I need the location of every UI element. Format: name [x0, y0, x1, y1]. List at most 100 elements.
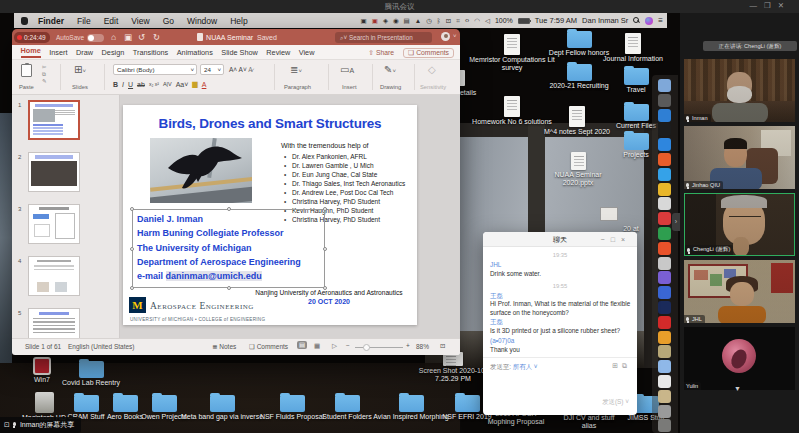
dock-icon-19[interactable]	[658, 360, 671, 373]
status-comments-button[interactable]: ❏ Comments	[249, 343, 288, 351]
slide-canvas[interactable]: Birds, Drones and Smart Structures With …	[123, 105, 417, 325]
menu-view[interactable]: View	[131, 16, 149, 26]
desktop-icon-dji[interactable]: DJI CV and stuff alias	[556, 414, 622, 429]
wifi-icon[interactable]: ◠	[474, 17, 480, 25]
status-icon-4[interactable]: ▤	[404, 17, 410, 25]
apple-icon[interactable]	[21, 17, 28, 25]
send-button[interactable]: 发送(S) ˅	[602, 398, 629, 407]
autosave-toggle[interactable]	[87, 34, 104, 42]
send-to-selector[interactable]: 发送至: 所有人 ˅	[490, 363, 537, 372]
zoom-percent[interactable]: 88%	[416, 343, 429, 350]
thumbnail-3[interactable]	[28, 204, 80, 244]
zoom-out-icon[interactable]: −	[346, 342, 350, 349]
menu-edit[interactable]: Edit	[104, 16, 119, 26]
more-participants-icon[interactable]: ▼	[734, 385, 741, 392]
dock-icon-10[interactable]	[658, 227, 671, 240]
tab-view[interactable]: View	[299, 48, 315, 57]
dock-icon-1[interactable]	[658, 94, 671, 107]
status-icon-1[interactable]: ▣	[361, 17, 367, 25]
notification-center-icon[interactable]: ≡	[658, 16, 663, 25]
participant-video-jhl[interactable]: JHL	[684, 260, 795, 323]
zoom-knob[interactable]	[363, 344, 370, 351]
share-button[interactable]: ⇧Share	[368, 49, 394, 57]
desktop-icon-screenshot2[interactable]	[600, 207, 618, 221]
menu-help[interactable]: Help	[230, 16, 247, 26]
comments-button[interactable]: ❏Comments	[403, 48, 454, 58]
menu-app-name[interactable]: Finder	[38, 16, 64, 26]
dock-icon-6[interactable]	[658, 168, 671, 181]
save-icon[interactable]: ▣	[124, 32, 132, 42]
parallels-icon[interactable]: ▲	[415, 17, 421, 24]
shield-icon[interactable]: ◈	[383, 17, 388, 25]
font-name-select[interactable]: Calibri (Body)˅	[113, 64, 197, 75]
account-avatar[interactable]	[441, 32, 450, 41]
font-size-icons[interactable]: A˄ A˅ A̷	[229, 66, 253, 73]
tab-home[interactable]: Home	[21, 46, 41, 58]
dock-icon-14[interactable]	[658, 286, 671, 299]
dock-icon-4[interactable]	[658, 138, 671, 151]
sensitivity-icon[interactable]: ◇	[428, 64, 436, 75]
tab-design[interactable]: Design	[102, 48, 125, 57]
dock-icon-15[interactable]	[658, 301, 671, 314]
window-controls[interactable]: —❐✕	[749, 1, 791, 10]
drawing-icon[interactable]: ✎˅	[384, 64, 396, 75]
dock-icon-16[interactable]	[658, 316, 671, 329]
thumbnail-1[interactable]	[28, 100, 80, 140]
desktop-icon-memristor[interactable]: Memristor Computations Lit survey	[466, 34, 558, 71]
grid-view-icon[interactable]: ▦	[314, 342, 320, 350]
participant-video-chengli[interactable]: ChengLi (谢辉)	[684, 193, 795, 256]
font-size-select[interactable]: 24˅	[200, 64, 224, 75]
spotlight-icon[interactable]	[633, 17, 640, 24]
menu-file[interactable]: File	[77, 16, 91, 26]
tab-slideshow[interactable]: Slide Show	[221, 48, 258, 57]
chevron-down-icon[interactable]: ˅	[453, 33, 457, 39]
dock-icon-21[interactable]	[658, 390, 671, 403]
chat-image-icon[interactable]: ⊞	[612, 362, 622, 369]
dock-icon-8[interactable]	[658, 197, 671, 210]
notes-button[interactable]: ≣ Notes	[212, 343, 236, 351]
dock-icon-13[interactable]	[658, 271, 671, 284]
display-icon[interactable]: ⊡	[446, 17, 451, 25]
dock-icon-3[interactable]	[658, 123, 671, 136]
fullscreen-icon[interactable]: ⊡	[440, 342, 445, 350]
zoom-in-icon[interactable]: +	[406, 342, 410, 349]
desktop-icon-screenshot1[interactable]: Screen Shot 2020-10- 7.25.29 PM	[414, 352, 492, 382]
dock-icon-12[interactable]	[658, 257, 671, 270]
drawing-label[interactable]: Drawing	[380, 84, 401, 90]
desktop-icon-covid[interactable]: Covid Lab Reentry	[58, 361, 124, 387]
code-icon[interactable]: ‹›	[465, 17, 469, 24]
chat-window-controls[interactable]: −□×	[601, 232, 631, 247]
insert-icon[interactable]: ▭A	[340, 64, 354, 75]
participant-video-jinhao[interactable]: Jinhao QIU	[684, 126, 795, 189]
bluetooth-icon[interactable]: ᛒ	[437, 17, 441, 24]
slideshow-view-icon[interactable]: ▷	[332, 342, 337, 350]
dock-icon-9[interactable]	[658, 212, 671, 225]
dock-icon-18[interactable]	[658, 345, 671, 358]
menubar-clock[interactable]: Tue 7:59 AM	[535, 16, 577, 25]
chat-expand-icon[interactable]: ⧉	[622, 362, 631, 369]
paste-label[interactable]: Paste	[19, 84, 34, 90]
language-status[interactable]: English (United States)	[68, 343, 134, 350]
chat-input-area[interactable]: 发送至: 所有人 ˅ ⊞⧉ 发送(S) ˅	[483, 357, 637, 415]
insert-label[interactable]: Insert	[342, 84, 357, 90]
desktop-icon-m4notes[interactable]: M^4 notes Sept 2020	[544, 106, 610, 136]
clock-icon[interactable]: ◷	[426, 17, 432, 25]
dock-icon-2[interactable]	[658, 109, 671, 122]
clipboard-small-icons[interactable]: ✂⧉✎	[42, 64, 47, 85]
slide-thumbnail-panel[interactable]: 1 2 3 4 5 6	[12, 95, 120, 338]
tab-review[interactable]: Review	[266, 48, 290, 57]
tab-transitions[interactable]: Transitions	[133, 48, 168, 57]
participant-video-inman[interactable]: Inman	[684, 59, 795, 122]
desktop-icon-win7[interactable]: Win7	[24, 357, 60, 384]
dock[interactable]	[652, 75, 678, 433]
normal-view-icon[interactable]: ▤	[297, 341, 307, 349]
dock-icon-5[interactable]	[658, 153, 671, 166]
tab-animations[interactable]: Animations	[177, 48, 213, 57]
thumbnail-5[interactable]	[28, 308, 80, 338]
menu-window[interactable]: Window	[187, 16, 217, 26]
dock-icon-23[interactable]	[658, 419, 671, 432]
font-format-row[interactable]: BIUabx₂ x²A|VAa˅▆A	[113, 80, 206, 88]
siri-icon[interactable]	[645, 17, 653, 25]
dock-icon-7[interactable]	[658, 183, 671, 196]
dock-icon-0[interactable]	[658, 79, 671, 92]
